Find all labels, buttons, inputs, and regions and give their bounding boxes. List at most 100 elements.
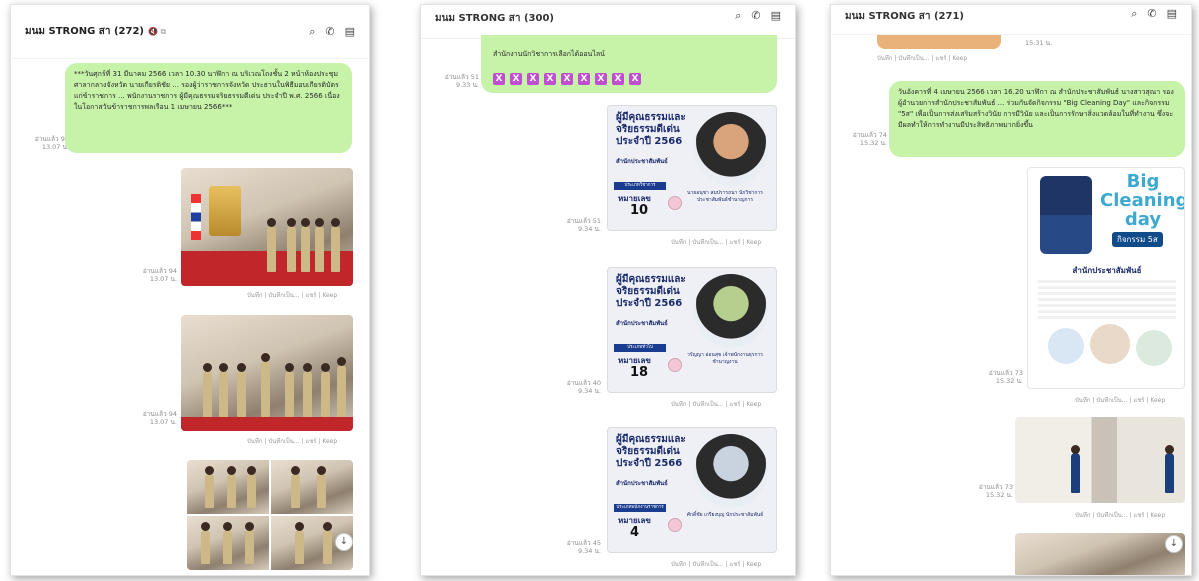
phone-icon[interactable]: ✆	[751, 9, 760, 23]
card-number: 4	[630, 525, 640, 540]
read-count: อ่านแล้ว 40	[566, 379, 601, 387]
card-dept: สำนักประชาสัมพันธ์	[616, 480, 668, 487]
poster-dept: สำนักประชาสัมพันธ์	[1072, 266, 1142, 275]
screenshot-collage: มนม STRONG สา (272) 🔇 ⧉ ⌕ ✆ ▤ อ่านแล้ว 9…	[0, 0, 1199, 581]
search-icon[interactable]: ⌕	[735, 9, 741, 23]
person-cleaning-image	[1040, 176, 1092, 254]
menu-icon[interactable]: ▤	[1167, 7, 1177, 21]
ceremony-photo[interactable]	[181, 168, 353, 286]
poster-body-text	[1038, 280, 1176, 320]
card-number: 18	[630, 365, 649, 380]
image-meta: อ่านแล้ว 73 15.32 น.	[971, 369, 1023, 385]
poster-photo-circle	[1136, 330, 1172, 366]
image-meta: อ่านแล้ว 94 13.07 น.	[121, 267, 177, 283]
message-text: สำนักงานนักวิชาการเลือกได้ออนไลน์	[493, 50, 605, 58]
poster-badge: กิจกรรม 5ส	[1112, 232, 1163, 247]
x-mark-icon: X	[578, 73, 590, 85]
message-time: 9.34 น.	[577, 547, 601, 555]
message-time: 15.32 น.	[995, 377, 1023, 385]
card-category: ประเภททั่วไป	[614, 344, 666, 352]
ceremony-photo[interactable]	[181, 315, 353, 431]
read-count: อ่านแล้ว 45	[566, 539, 601, 547]
portrait	[694, 434, 768, 508]
big-cleaning-poster[interactable]: Big Cleaning day กิจกรรม 5ส สำนักประชาสั…	[1027, 167, 1185, 389]
award-card[interactable]: ผู้มีคุณธรรมและ จริยธรรมดีเด่น ประจำปี 256…	[607, 427, 777, 553]
poster-photo-circle	[1090, 324, 1130, 364]
scroll-down-button[interactable]: ↓	[1165, 535, 1183, 553]
read-count: อ่านแล้ว 73	[988, 369, 1023, 377]
card-dept: สำนักประชาสัมพันธ์	[616, 158, 668, 165]
image-meta: อ่านแล้ว 51 9.34 น.	[541, 217, 601, 233]
message-time: 13.07 น.	[41, 143, 69, 151]
card-title: ผู้มีคุณธรรมและ จริยธรรมดีเด่น ประจำปี 256…	[616, 112, 686, 147]
read-count: อ่านแล้ว 51	[444, 73, 479, 81]
message-time: 13.07 น.	[149, 418, 177, 426]
image-actions[interactable]: บันทึก | บันทึกเป็น... | แชร์ | Keep	[1075, 510, 1165, 520]
x-mark-icon: X	[493, 73, 505, 85]
poster-photo-circle	[1048, 328, 1084, 364]
menu-icon[interactable]: ▤	[771, 9, 781, 23]
message-time: 15.32 น.	[985, 491, 1013, 499]
message-meta: อ่านแล้ว 94 13.07 น.	[21, 135, 69, 151]
x-mark-icon: X	[595, 73, 607, 85]
chat-panel-2: มนม STRONG สา (300) ⌕ ✆ ▤ สำนักงานนักวิช…	[420, 4, 796, 576]
portrait	[694, 274, 768, 348]
chat-title[interactable]: มนม STRONG สา (300)	[435, 11, 554, 26]
portrait	[694, 112, 768, 186]
office-cleaning-photo[interactable]	[1015, 417, 1185, 503]
chat-header: มนม STRONG สา (271) ⌕ ✆ ▤	[831, 5, 1191, 35]
chat-title[interactable]: มนม STRONG สา (272)	[25, 24, 144, 39]
chat-panel-3: มนม STRONG สา (271) ⌕ ✆ ▤ 15.31 น. บันทึ…	[830, 4, 1192, 576]
card-category: ประเภทพนักงานราชการ	[614, 504, 666, 512]
image-actions[interactable]: บันทึก | บันทึกเป็น... | แชร์ | Keep	[247, 290, 337, 300]
award-card[interactable]: ผู้มีคุณธรรมและ จริยธรรมดีเด่น ประจำปี 256…	[607, 105, 777, 231]
image-actions[interactable]: บันทึก | บันทึกเป็น... | แชร์ | Keep	[671, 237, 761, 247]
card-title: ผู้มีคุณธรรมและ จริยธรรมดีเด่น ประจำปี 256…	[616, 274, 686, 309]
award-card[interactable]: ผู้มีคุณธรรมและ จริยธรรมดีเด่น ประจำปี 256…	[607, 267, 777, 393]
image-actions[interactable]: บันทึก | บันทึกเป็น... | แชร์ | Keep	[671, 559, 761, 569]
search-icon[interactable]: ⌕	[1131, 7, 1137, 21]
read-count: อ่านแล้ว 74	[852, 131, 887, 139]
image-actions[interactable]: บันทึก | บันทึกเป็น... | แชร์ | Keep	[1075, 395, 1165, 405]
image-meta: อ่านแล้ว 73 15.32 น.	[963, 483, 1013, 499]
x-mark-icon: X	[527, 73, 539, 85]
image-meta: อ่านแล้ว 40 9.34 น.	[541, 379, 601, 395]
message-meta: อ่านแล้ว 51 9.33 น.	[425, 73, 479, 89]
read-count: อ่านแล้ว 73	[978, 483, 1013, 491]
medal-icon	[668, 518, 682, 532]
read-count: อ่านแล้ว 94	[34, 135, 69, 143]
scroll-down-button[interactable]: ↓	[335, 533, 353, 551]
message-time: 9.34 น.	[577, 387, 601, 395]
card-dept: สำนักประชาสัมพันธ์	[616, 320, 668, 327]
previous-image[interactable]	[877, 35, 1001, 49]
mute-icon[interactable]: 🔇 ⧉	[148, 27, 166, 37]
menu-icon[interactable]: ▤	[345, 25, 355, 39]
x-mark-row: XXXXXXXXX	[493, 73, 641, 85]
read-count: อ่านแล้ว 94	[142, 410, 177, 418]
photo-grid[interactable]	[187, 460, 353, 570]
message-time: 9.34 น.	[577, 225, 601, 233]
card-person-name: วรัญญา อ่อนสุข เจ้าพนักงานธุรการชำนาญงาน	[686, 352, 763, 365]
phone-icon[interactable]: ✆	[1147, 7, 1156, 21]
x-mark-icon: X	[612, 73, 624, 85]
next-photo[interactable]	[1015, 533, 1185, 575]
chat-title[interactable]: มนม STRONG สา (271)	[845, 9, 964, 24]
card-person-name: ศักดิ์ชัย เกรียงบุญ นักประชาสัมพันธ์	[686, 512, 764, 518]
image-actions[interactable]: บันทึก | บันทึกเป็น... | แชร์ | Keep	[877, 53, 967, 63]
x-mark-icon: X	[561, 73, 573, 85]
message-bubble[interactable]: วันอังคารที่ 4 เมษายน 2566 เวลา 16.20 นา…	[889, 81, 1185, 157]
message-bubble[interactable]: สำนักงานนักวิชาการเลือกได้ออนไลน์ XXXXXX…	[481, 35, 777, 93]
message-time: 15.31 น.	[1025, 39, 1053, 47]
card-title: ผู้มีคุณธรรมและ จริยธรรมดีเด่น ประจำปี 256…	[616, 434, 686, 469]
message-bubble[interactable]: ***วันศุกร์ที่ 31 มีนาคม 2566 เวลา 10.30…	[65, 63, 352, 153]
x-mark-icon: X	[510, 73, 522, 85]
image-actions[interactable]: บันทึก | บันทึกเป็น... | แชร์ | Keep	[671, 399, 761, 409]
card-person-name: นายอนุชา สมปรารถนา นักวิชาการประชาสัมพัน…	[687, 190, 763, 203]
poster-headline: Big Cleaning day	[1100, 171, 1185, 230]
image-actions[interactable]: บันทึก | บันทึกเป็น... | แชร์ | Keep	[247, 436, 337, 446]
search-icon[interactable]: ⌕	[309, 25, 315, 39]
x-mark-icon: X	[544, 73, 556, 85]
x-mark-icon: X	[629, 73, 641, 85]
phone-icon[interactable]: ✆	[325, 25, 334, 39]
chat-header: มนม STRONG สา (272) 🔇 ⧉ ⌕ ✆ ▤	[11, 5, 369, 59]
